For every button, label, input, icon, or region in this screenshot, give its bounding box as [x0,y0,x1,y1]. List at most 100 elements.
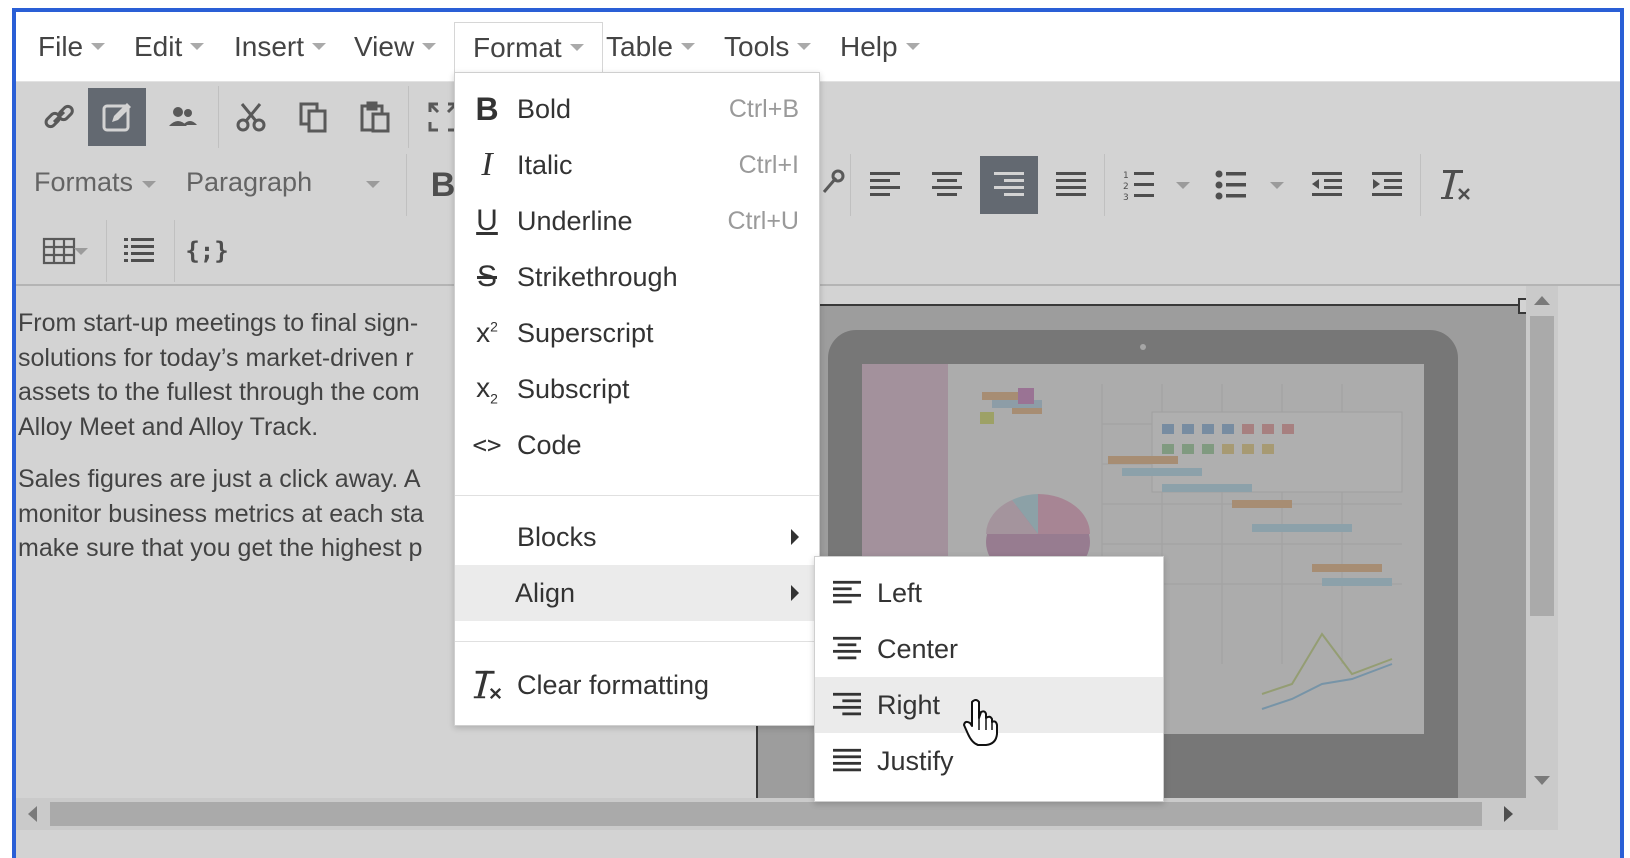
menu-item-align[interactable]: Align [455,565,819,621]
menu-item-label: Subscript [517,374,630,404]
chevron-down-icon [680,43,695,51]
paste-icon [360,101,390,133]
menu-table-label: Table [606,31,673,62]
menu-insert-label: Insert [234,31,305,62]
align-center-button[interactable] [918,156,976,214]
clear-formatting-icon [1441,170,1470,200]
chevron-down-icon [190,43,205,51]
list-icon [124,238,154,262]
menu-item-code[interactable]: <> Code [455,417,819,473]
code-sample-button[interactable]: {;} [178,222,236,280]
text-line: Alloy Meet and Alloy Track. [18,412,319,441]
strikethrough-icon: S [476,260,497,293]
menu-format-label: Format [473,32,562,63]
menu-item-subscript[interactable]: x2 Subscript [455,361,819,417]
menu-tools-label: Tools [724,31,790,62]
menu-item-label: Code [517,430,582,460]
menu-item-label: Bold [517,94,572,124]
menu-item-blocks[interactable]: Blocks [455,509,819,565]
hand-cursor-icon [963,699,998,746]
cut-icon [236,103,266,132]
menu-view[interactable]: View [336,22,454,80]
editor-frame: File Edit Insert View Format Table Tools… [12,8,1624,858]
scroll-right-icon[interactable] [1504,806,1513,822]
menu-item-label: Clear formatting [517,670,710,700]
edit-icon [102,103,131,132]
bullet-list-button[interactable] [1202,156,1260,214]
indent-icon [1372,172,1402,196]
text-line: From start-up meetings to final sign- [18,309,419,337]
numbered-list-chevron-icon[interactable] [1176,182,1190,189]
chevron-down-icon [312,43,327,51]
menu-item-shortcut: Ctrl+U [727,207,799,235]
clear-formatting-icon [469,667,505,703]
outdent-button[interactable] [1298,156,1356,214]
align-justify-icon [829,743,865,779]
text-line: solutions for today’s market-driven r [18,343,414,372]
menu-item-label: Align [515,578,576,608]
code-icon: <> [472,431,502,459]
menu-separator [455,495,819,496]
indent-button[interactable] [1358,156,1416,214]
menu-item-italic[interactable]: I Italic Ctrl+I [455,137,819,193]
scroll-left-icon[interactable] [28,806,37,822]
menu-item-bold[interactable]: B Bold Ctrl+B [455,81,819,137]
menu-item-strikethrough[interactable]: S Strikethrough [455,249,819,305]
formats-dropdown[interactable]: Formats [34,162,164,206]
users-button[interactable] [154,88,212,146]
vertical-scrollbar[interactable] [1526,286,1558,798]
numbered-list-button[interactable]: 123 [1110,156,1168,214]
align-right-icon [829,687,865,723]
menu-insert[interactable]: Insert [216,22,344,80]
chevron-down-icon [797,43,812,51]
bullet-list-chevron-icon[interactable] [1270,182,1284,189]
menu-separator [455,641,819,642]
menu-item-label: Left [877,578,923,608]
svg-text:3: 3 [1123,193,1129,202]
chevron-right-icon [791,529,799,545]
menu-item-superscript[interactable]: x2 Superscript [455,305,819,361]
align-left-icon [829,575,865,611]
align-left-button[interactable] [856,156,914,214]
menu-item-align-left[interactable]: Left [815,565,1163,621]
horizontal-scroll-thumb[interactable] [50,802,1482,826]
menu-item-align-center[interactable]: Center [815,621,1163,677]
menu-file[interactable]: File [20,22,123,80]
copy-button[interactable] [284,88,342,146]
svg-text:2: 2 [1123,182,1129,192]
menu-item-clear-formatting[interactable]: Clear formatting [455,657,819,713]
menu-file-label: File [38,31,84,62]
align-justify-icon [1056,172,1086,196]
resize-handle[interactable] [1518,298,1526,314]
align-right-button[interactable] [980,156,1038,214]
cut-button[interactable] [222,88,280,146]
menu-item-label: Superscript [517,318,654,348]
menu-item-label: Italic [517,150,573,180]
list-button[interactable] [110,222,168,280]
bullet-list-icon [1215,170,1246,200]
scroll-down-icon[interactable] [1534,776,1550,785]
align-justify-button[interactable] [1042,156,1100,214]
edit-button[interactable] [88,88,146,146]
clear-formatting-button[interactable] [1426,156,1484,214]
chevron-down-icon [142,181,156,188]
link-button[interactable] [30,88,88,146]
menu-item-underline[interactable]: U Underline Ctrl+U [455,193,819,249]
horizontal-scrollbar[interactable] [16,798,1558,830]
numbered-list-icon: 123 [1123,171,1154,202]
scroll-up-icon[interactable] [1534,296,1550,305]
menu-help[interactable]: Help [822,22,938,80]
menu-edit[interactable]: Edit [116,22,222,80]
chevron-down-icon [91,43,106,51]
block-format-select[interactable]: Paragraph [186,162,396,206]
menu-item-label: Blocks [517,522,597,552]
text-line: assets to the fullest through the com [18,378,420,406]
superscript-icon: x2 [476,317,498,348]
formats-label: Formats [34,167,134,197]
paste-button[interactable] [346,88,404,146]
align-right-icon [994,172,1024,196]
menu-item-label: Justify [877,746,954,776]
unlink-icon [822,169,845,193]
table-chevron-icon[interactable] [74,248,88,255]
vertical-scroll-thumb[interactable] [1530,316,1554,616]
